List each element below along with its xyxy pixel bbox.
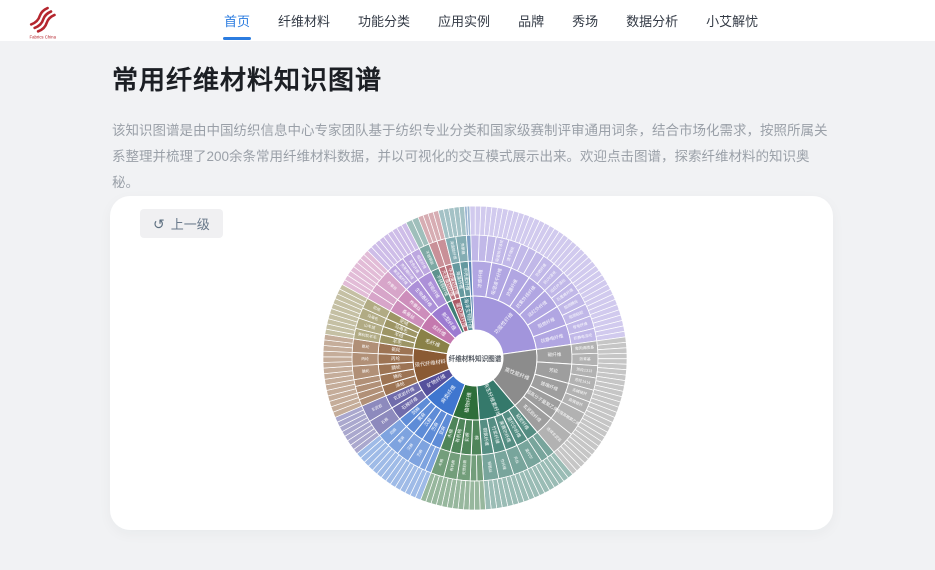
top-navbar: Fabrics China 首页纤维材料功能分类应用实例品牌秀场数据分析小艾解忧	[0, 0, 935, 41]
sunburst-segment[interactable]	[352, 352, 378, 366]
back-button-label: 上一级	[171, 214, 210, 233]
back-arrow-icon: ↺	[153, 217, 165, 231]
fabrics-china-logo[interactable]: Fabrics China	[16, 2, 74, 40]
sunburst-segment[interactable]	[572, 353, 598, 365]
nav-item-4[interactable]: 品牌	[516, 0, 546, 41]
nav-item-3[interactable]: 应用实例	[436, 0, 492, 41]
nav-item-7[interactable]: 小艾解忧	[704, 0, 760, 41]
page-description: 该知识图谱是由中国纺织信息中心专家团队基于纺织专业分类和国家级赛制评审通用词条，…	[112, 118, 834, 196]
sunburst-segment[interactable]	[475, 481, 481, 510]
sunburst-chart[interactable]: 凉感纤维吸湿排汗涤纶速干锦纶吸湿速干纤维抗菌纤维防晒纤维抗UV涤纶抗紫外线纤维远…	[110, 196, 833, 530]
sunburst-center[interactable]	[447, 330, 503, 386]
back-up-level-button[interactable]: ↺ 上一级	[140, 209, 223, 238]
nav-item-2[interactable]: 功能分类	[356, 0, 412, 41]
page-title: 常用纤维材料知识图谱	[112, 60, 382, 97]
sunburst-segment[interactable]	[598, 353, 627, 359]
knowledge-graph-card: ↺ 上一级 凉感纤维吸湿排汗涤纶速干锦纶吸湿速干纤维抗菌纤维防晒纤维抗UV涤纶抗…	[110, 196, 833, 530]
nav-item-6[interactable]: 数据分析	[624, 0, 680, 41]
sunburst-segment[interactable]	[323, 357, 352, 363]
nav-item-0[interactable]: 首页	[222, 0, 252, 41]
nav-item-1[interactable]: 纤维材料	[276, 0, 332, 41]
logo-text: Fabrics China	[29, 34, 56, 39]
main-menu: 首页纤维材料功能分类应用实例品牌秀场数据分析小艾解忧	[222, 0, 760, 41]
sunburst-segment[interactable]	[471, 235, 480, 261]
nav-item-5[interactable]: 秀场	[570, 0, 600, 41]
